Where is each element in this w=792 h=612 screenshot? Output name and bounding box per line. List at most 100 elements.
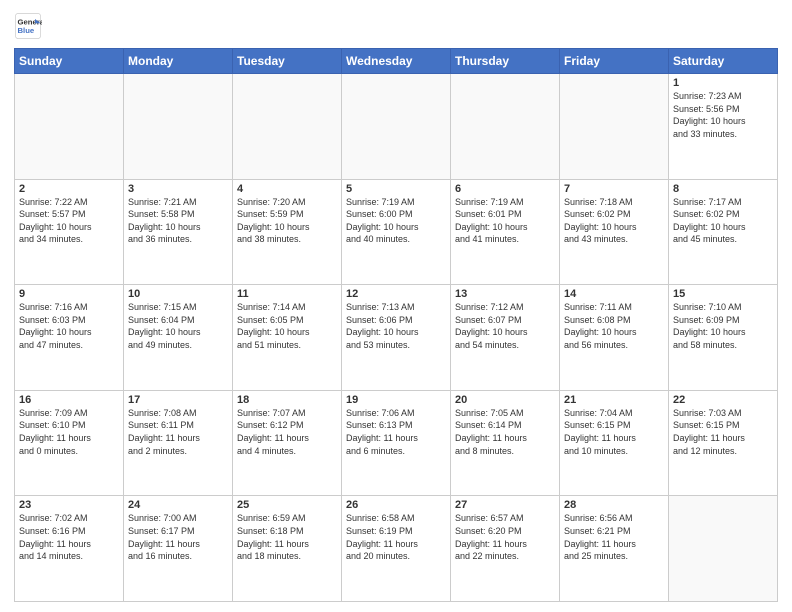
day-info: Sunrise: 7:13 AM Sunset: 6:06 PM Dayligh… bbox=[346, 301, 446, 351]
calendar-day-cell: 11Sunrise: 7:14 AM Sunset: 6:05 PM Dayli… bbox=[233, 285, 342, 391]
calendar-day-cell: 24Sunrise: 7:00 AM Sunset: 6:17 PM Dayli… bbox=[124, 496, 233, 602]
weekday-header: Thursday bbox=[451, 49, 560, 74]
calendar-day-cell: 20Sunrise: 7:05 AM Sunset: 6:14 PM Dayli… bbox=[451, 390, 560, 496]
calendar-day-cell: 3Sunrise: 7:21 AM Sunset: 5:58 PM Daylig… bbox=[124, 179, 233, 285]
day-info: Sunrise: 7:19 AM Sunset: 6:00 PM Dayligh… bbox=[346, 196, 446, 246]
day-info: Sunrise: 7:05 AM Sunset: 6:14 PM Dayligh… bbox=[455, 407, 555, 457]
logo: General Blue bbox=[14, 12, 46, 40]
calendar-day-cell bbox=[15, 74, 124, 180]
calendar-day-cell: 12Sunrise: 7:13 AM Sunset: 6:06 PM Dayli… bbox=[342, 285, 451, 391]
calendar-day-cell bbox=[233, 74, 342, 180]
calendar-day-cell: 8Sunrise: 7:17 AM Sunset: 6:02 PM Daylig… bbox=[669, 179, 778, 285]
day-info: Sunrise: 7:06 AM Sunset: 6:13 PM Dayligh… bbox=[346, 407, 446, 457]
calendar-week-row: 16Sunrise: 7:09 AM Sunset: 6:10 PM Dayli… bbox=[15, 390, 778, 496]
day-number: 2 bbox=[19, 183, 119, 195]
day-info: Sunrise: 7:19 AM Sunset: 6:01 PM Dayligh… bbox=[455, 196, 555, 246]
day-info: Sunrise: 7:23 AM Sunset: 5:56 PM Dayligh… bbox=[673, 90, 773, 140]
day-number: 6 bbox=[455, 183, 555, 195]
day-number: 16 bbox=[19, 394, 119, 406]
calendar-day-cell bbox=[451, 74, 560, 180]
calendar-day-cell: 27Sunrise: 6:57 AM Sunset: 6:20 PM Dayli… bbox=[451, 496, 560, 602]
day-info: Sunrise: 7:02 AM Sunset: 6:16 PM Dayligh… bbox=[19, 512, 119, 562]
calendar-day-cell: 22Sunrise: 7:03 AM Sunset: 6:15 PM Dayli… bbox=[669, 390, 778, 496]
day-number: 15 bbox=[673, 288, 773, 300]
day-info: Sunrise: 7:08 AM Sunset: 6:11 PM Dayligh… bbox=[128, 407, 228, 457]
day-info: Sunrise: 7:17 AM Sunset: 6:02 PM Dayligh… bbox=[673, 196, 773, 246]
day-number: 21 bbox=[564, 394, 664, 406]
calendar-day-cell: 19Sunrise: 7:06 AM Sunset: 6:13 PM Dayli… bbox=[342, 390, 451, 496]
weekday-header: Tuesday bbox=[233, 49, 342, 74]
day-info: Sunrise: 7:04 AM Sunset: 6:15 PM Dayligh… bbox=[564, 407, 664, 457]
calendar-day-cell: 4Sunrise: 7:20 AM Sunset: 5:59 PM Daylig… bbox=[233, 179, 342, 285]
calendar-day-cell bbox=[669, 496, 778, 602]
day-info: Sunrise: 6:59 AM Sunset: 6:18 PM Dayligh… bbox=[237, 512, 337, 562]
weekday-header: Sunday bbox=[15, 49, 124, 74]
calendar-day-cell: 14Sunrise: 7:11 AM Sunset: 6:08 PM Dayli… bbox=[560, 285, 669, 391]
day-number: 3 bbox=[128, 183, 228, 195]
day-info: Sunrise: 7:03 AM Sunset: 6:15 PM Dayligh… bbox=[673, 407, 773, 457]
day-info: Sunrise: 7:09 AM Sunset: 6:10 PM Dayligh… bbox=[19, 407, 119, 457]
day-number: 27 bbox=[455, 499, 555, 511]
calendar-day-cell: 15Sunrise: 7:10 AM Sunset: 6:09 PM Dayli… bbox=[669, 285, 778, 391]
weekday-header: Friday bbox=[560, 49, 669, 74]
day-info: Sunrise: 7:20 AM Sunset: 5:59 PM Dayligh… bbox=[237, 196, 337, 246]
calendar-day-cell: 26Sunrise: 6:58 AM Sunset: 6:19 PM Dayli… bbox=[342, 496, 451, 602]
day-number: 7 bbox=[564, 183, 664, 195]
day-number: 10 bbox=[128, 288, 228, 300]
day-info: Sunrise: 7:22 AM Sunset: 5:57 PM Dayligh… bbox=[19, 196, 119, 246]
day-number: 20 bbox=[455, 394, 555, 406]
calendar-day-cell: 28Sunrise: 6:56 AM Sunset: 6:21 PM Dayli… bbox=[560, 496, 669, 602]
day-info: Sunrise: 7:12 AM Sunset: 6:07 PM Dayligh… bbox=[455, 301, 555, 351]
day-info: Sunrise: 7:00 AM Sunset: 6:17 PM Dayligh… bbox=[128, 512, 228, 562]
weekday-header: Wednesday bbox=[342, 49, 451, 74]
calendar-day-cell: 10Sunrise: 7:15 AM Sunset: 6:04 PM Dayli… bbox=[124, 285, 233, 391]
day-info: Sunrise: 7:11 AM Sunset: 6:08 PM Dayligh… bbox=[564, 301, 664, 351]
calendar-day-cell: 25Sunrise: 6:59 AM Sunset: 6:18 PM Dayli… bbox=[233, 496, 342, 602]
calendar-day-cell bbox=[124, 74, 233, 180]
header: General Blue bbox=[14, 12, 778, 40]
calendar-day-cell: 23Sunrise: 7:02 AM Sunset: 6:16 PM Dayli… bbox=[15, 496, 124, 602]
calendar-week-row: 9Sunrise: 7:16 AM Sunset: 6:03 PM Daylig… bbox=[15, 285, 778, 391]
calendar-day-cell: 9Sunrise: 7:16 AM Sunset: 6:03 PM Daylig… bbox=[15, 285, 124, 391]
page: General Blue SundayMondayTuesdayWednesda… bbox=[0, 0, 792, 612]
day-number: 9 bbox=[19, 288, 119, 300]
day-number: 5 bbox=[346, 183, 446, 195]
day-number: 12 bbox=[346, 288, 446, 300]
calendar-day-cell: 6Sunrise: 7:19 AM Sunset: 6:01 PM Daylig… bbox=[451, 179, 560, 285]
calendar-day-cell: 1Sunrise: 7:23 AM Sunset: 5:56 PM Daylig… bbox=[669, 74, 778, 180]
day-info: Sunrise: 6:56 AM Sunset: 6:21 PM Dayligh… bbox=[564, 512, 664, 562]
day-number: 4 bbox=[237, 183, 337, 195]
day-number: 8 bbox=[673, 183, 773, 195]
day-number: 22 bbox=[673, 394, 773, 406]
day-info: Sunrise: 7:10 AM Sunset: 6:09 PM Dayligh… bbox=[673, 301, 773, 351]
day-number: 25 bbox=[237, 499, 337, 511]
calendar-week-row: 2Sunrise: 7:22 AM Sunset: 5:57 PM Daylig… bbox=[15, 179, 778, 285]
day-number: 13 bbox=[455, 288, 555, 300]
day-number: 24 bbox=[128, 499, 228, 511]
day-info: Sunrise: 7:18 AM Sunset: 6:02 PM Dayligh… bbox=[564, 196, 664, 246]
calendar-table: SundayMondayTuesdayWednesdayThursdayFrid… bbox=[14, 48, 778, 602]
day-number: 11 bbox=[237, 288, 337, 300]
weekday-header: Saturday bbox=[669, 49, 778, 74]
day-info: Sunrise: 7:21 AM Sunset: 5:58 PM Dayligh… bbox=[128, 196, 228, 246]
calendar-day-cell: 13Sunrise: 7:12 AM Sunset: 6:07 PM Dayli… bbox=[451, 285, 560, 391]
day-number: 26 bbox=[346, 499, 446, 511]
day-number: 28 bbox=[564, 499, 664, 511]
day-number: 18 bbox=[237, 394, 337, 406]
svg-text:Blue: Blue bbox=[18, 26, 35, 35]
calendar-day-cell: 21Sunrise: 7:04 AM Sunset: 6:15 PM Dayli… bbox=[560, 390, 669, 496]
calendar-day-cell bbox=[560, 74, 669, 180]
calendar-day-cell: 16Sunrise: 7:09 AM Sunset: 6:10 PM Dayli… bbox=[15, 390, 124, 496]
day-number: 23 bbox=[19, 499, 119, 511]
calendar-week-row: 23Sunrise: 7:02 AM Sunset: 6:16 PM Dayli… bbox=[15, 496, 778, 602]
calendar-day-cell: 7Sunrise: 7:18 AM Sunset: 6:02 PM Daylig… bbox=[560, 179, 669, 285]
day-info: Sunrise: 7:14 AM Sunset: 6:05 PM Dayligh… bbox=[237, 301, 337, 351]
calendar-week-row: 1Sunrise: 7:23 AM Sunset: 5:56 PM Daylig… bbox=[15, 74, 778, 180]
day-number: 1 bbox=[673, 77, 773, 89]
calendar-day-cell bbox=[342, 74, 451, 180]
day-number: 14 bbox=[564, 288, 664, 300]
calendar-day-cell: 17Sunrise: 7:08 AM Sunset: 6:11 PM Dayli… bbox=[124, 390, 233, 496]
day-info: Sunrise: 7:15 AM Sunset: 6:04 PM Dayligh… bbox=[128, 301, 228, 351]
day-number: 19 bbox=[346, 394, 446, 406]
logo-icon: General Blue bbox=[14, 12, 42, 40]
